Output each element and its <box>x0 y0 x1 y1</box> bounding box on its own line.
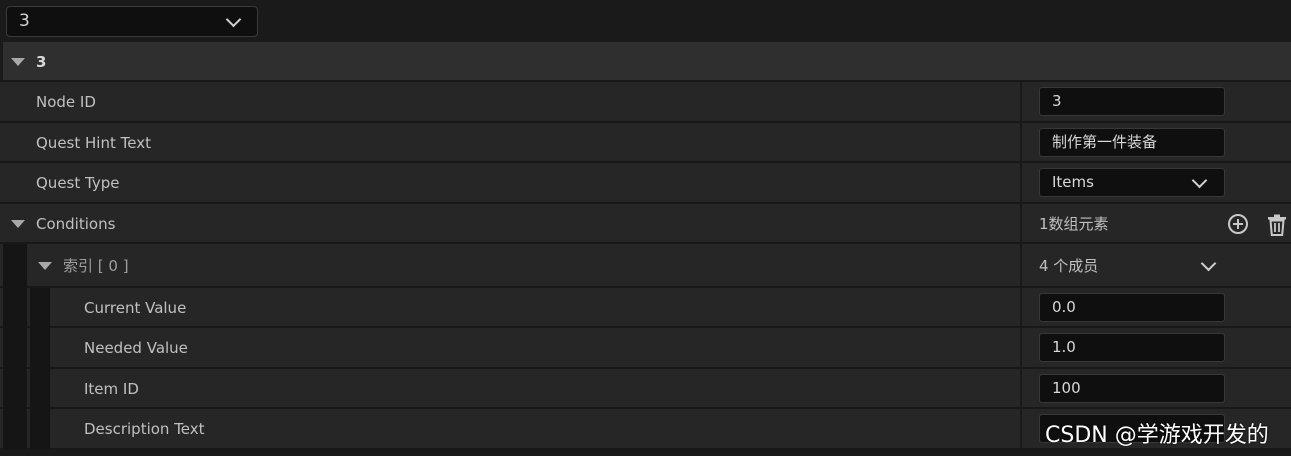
node-selector-value: 3 <box>19 11 30 31</box>
item-id-label: Item ID <box>84 380 139 398</box>
quest-hint-text-input[interactable]: 制作第一件装备 <box>1039 128 1225 157</box>
collapse-caret-icon[interactable] <box>11 58 25 66</box>
item-id-input[interactable]: 100 <box>1039 374 1225 403</box>
index-0-member-count: 4 个成员 <box>1039 257 1099 275</box>
node-id-label: Node ID <box>36 93 96 111</box>
needed-value-label: Needed Value <box>84 339 188 357</box>
quest-hint-text-value: 制作第一件装备 <box>1052 133 1158 151</box>
quest-hint-text-label: Quest Hint Text <box>36 134 151 152</box>
chevron-down-icon <box>1191 172 1208 189</box>
description-text-label: Description Text <box>84 420 205 438</box>
node-id-value: 3 <box>1052 92 1062 110</box>
property-row-needed-value: Needed Value 1.0 <box>0 328 1291 369</box>
quest-type-dropdown[interactable]: Items <box>1039 168 1225 197</box>
property-row-quest-hint-text: Quest Hint Text 制作第一件装备 <box>0 123 1291 163</box>
collapse-caret-icon[interactable] <box>38 262 52 270</box>
quest-type-value: Items <box>1052 173 1094 191</box>
conditions-count: 1数组元素 <box>1039 215 1109 233</box>
node-id-input[interactable]: 3 <box>1039 87 1225 116</box>
conditions-label: Conditions <box>36 215 116 233</box>
chevron-down-icon <box>225 11 242 28</box>
needed-value-value: 1.0 <box>1052 338 1076 356</box>
trash-icon[interactable] <box>1267 214 1287 236</box>
item-id-value: 100 <box>1052 379 1081 397</box>
property-row-node-id: Node ID 3 <box>0 82 1291 123</box>
current-value-label: Current Value <box>84 299 187 317</box>
watermark: CSDN @学游戏开发的 <box>1045 423 1269 448</box>
property-row-conditions[interactable]: Conditions 1数组元素 <box>0 204 1291 244</box>
current-value-input[interactable]: 0.0 <box>1039 293 1225 322</box>
section-title: 3 <box>36 53 47 71</box>
node-selector-combo[interactable]: 3 <box>6 6 258 37</box>
index-0-label: 索引 [ 0 ] <box>63 257 129 275</box>
collapse-caret-icon[interactable] <box>11 220 25 228</box>
plus-circle-icon[interactable] <box>1228 214 1248 234</box>
top-bar: 3 <box>0 0 1291 42</box>
property-row-current-value: Current Value 0.0 <box>0 288 1291 328</box>
needed-value-input[interactable]: 1.0 <box>1039 333 1225 362</box>
property-row-item-id: Item ID 100 <box>0 369 1291 409</box>
current-value-value: 0.0 <box>1052 298 1076 316</box>
array-element-row-index-0[interactable]: 索引 [ 0 ] 4 个成员 <box>0 244 1291 288</box>
quest-type-label: Quest Type <box>36 174 120 192</box>
section-header[interactable]: 3 <box>0 42 1291 82</box>
property-row-quest-type: Quest Type Items <box>0 163 1291 204</box>
